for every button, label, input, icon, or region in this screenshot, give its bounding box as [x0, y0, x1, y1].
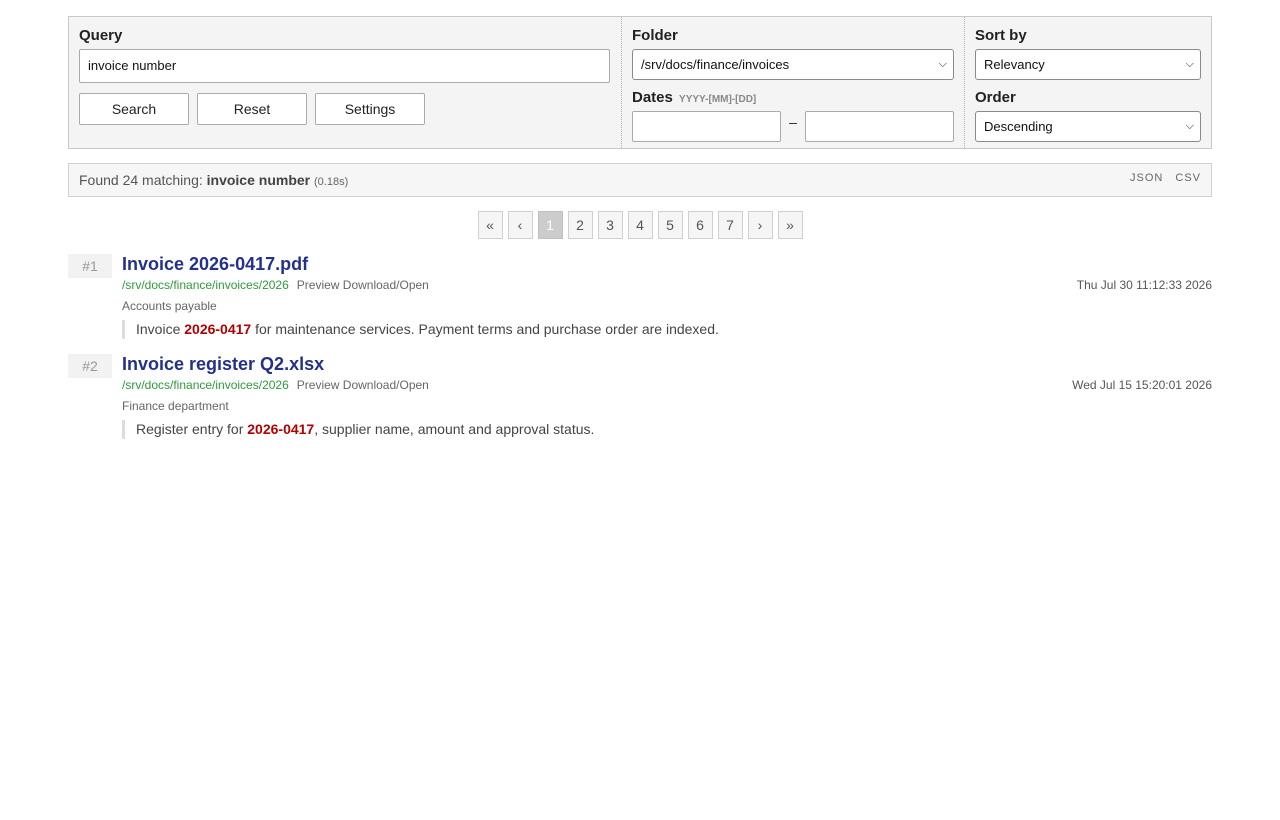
export-csv-link[interactable]: CSV — [1175, 172, 1201, 184]
result-title-link[interactable]: Invoice register Q2.xlsx — [122, 353, 1212, 375]
folder-label: Folder — [632, 27, 678, 44]
date-range: – — [632, 111, 954, 142]
sort-select-value: Relevancy — [984, 57, 1045, 72]
result-actions-links[interactable]: Preview Download/Open — [297, 278, 429, 292]
result-category: Finance department — [122, 399, 229, 413]
page-6-button[interactable]: 6 — [687, 211, 713, 239]
page-2-button[interactable]: 2 — [567, 211, 593, 239]
dates-label-row: Dates YYYY-[MM]-[DD] — [632, 89, 954, 107]
result-body: Invoice 2026-0417.pdf /srv/docs/finance/… — [122, 253, 1212, 339]
results-count: Found 24 matching: invoice number (0.18s… — [79, 172, 348, 188]
results-summary-bar: Found 24 matching: invoice number (0.18s… — [68, 163, 1212, 197]
date-to-input[interactable] — [805, 111, 954, 142]
snippet-text: , supplier name, amount and approval sta… — [314, 421, 595, 437]
result-date: Thu Jul 30 11:12:33 2026 — [1076, 278, 1212, 292]
last-page-button[interactable]: » — [777, 211, 803, 239]
form-buttons: Search Reset Settings — [79, 93, 611, 125]
results-query: invoice number — [206, 172, 311, 188]
result-item: #2 Invoice register Q2.xlsx /srv/docs/fi… — [68, 353, 1212, 439]
search-page: Query invoice number Search Reset Settin… — [68, 16, 1212, 453]
result-snippet: Register entry for 2026-0417, supplier n… — [122, 420, 1212, 439]
order-select[interactable]: Descending ⌵ — [975, 111, 1201, 142]
query-column: Query invoice number Search Reset Settin… — [69, 17, 621, 148]
page-7-button[interactable]: 7 — [717, 211, 743, 239]
results-count-prefix: Found 24 matching: — [79, 172, 207, 188]
folder-select[interactable]: /srv/docs/finance/invoices ⌵ — [632, 49, 954, 80]
result-meta: /srv/docs/finance/invoices/2026 Preview … — [122, 277, 1212, 293]
reset-button[interactable]: Reset — [197, 93, 307, 125]
first-page-button[interactable]: « — [477, 211, 503, 239]
result-rank: #2 — [68, 354, 112, 378]
date-from-input[interactable] — [632, 111, 781, 142]
chevron-down-icon: ⌵ — [938, 58, 947, 70]
chevron-down-icon: ⌵ — [1185, 120, 1194, 132]
search-button[interactable]: Search — [79, 93, 189, 125]
pagination: « ‹ 1 2 3 4 5 6 7 › » — [68, 211, 1212, 239]
settings-button[interactable]: Settings — [315, 93, 425, 125]
snippet-highlight: 2026-0417 — [247, 421, 315, 437]
result-snippet: Invoice 2026-0417 for maintenance servic… — [122, 320, 1212, 339]
snippet-text: for maintenance services. Payment terms … — [251, 321, 719, 337]
result-actions-links[interactable]: Preview Download/Open — [297, 378, 429, 392]
sort-select[interactable]: Relevancy ⌵ — [975, 49, 1201, 80]
search-form: Query invoice number Search Reset Settin… — [68, 16, 1212, 149]
order-label: Order — [975, 89, 1016, 106]
sort-column: Sort by Relevancy ⌵ Order Descending ⌵ — [964, 17, 1211, 148]
snippet-text: Register entry for — [136, 421, 248, 437]
results-list: #1 Invoice 2026-0417.pdf /srv/docs/finan… — [68, 253, 1212, 439]
result-path-link[interactable]: /srv/docs/finance/invoices/2026 — [122, 378, 289, 392]
snippet-text: Invoice — [136, 321, 185, 337]
result-body: Invoice register Q2.xlsx /srv/docs/finan… — [122, 353, 1212, 439]
export-links: JSON CSV — [1130, 172, 1201, 184]
result-meta: /srv/docs/finance/invoices/2026 Preview … — [122, 377, 1212, 393]
page-1-button[interactable]: 1 — [537, 211, 563, 239]
query-input[interactable]: invoice number — [79, 49, 610, 83]
page-3-button[interactable]: 3 — [597, 211, 623, 239]
prev-page-button[interactable]: ‹ — [507, 211, 533, 239]
folder-column: Folder /srv/docs/finance/invoices ⌵ Date… — [621, 17, 964, 148]
dates-label: Dates — [632, 89, 673, 106]
page-4-button[interactable]: 4 — [627, 211, 653, 239]
result-category: Accounts payable — [122, 299, 217, 313]
order-select-value: Descending — [984, 119, 1053, 134]
next-page-button[interactable]: › — [747, 211, 773, 239]
sort-label: Sort by — [975, 27, 1027, 44]
result-title-link[interactable]: Invoice 2026-0417.pdf — [122, 253, 1212, 275]
page-5-button[interactable]: 5 — [657, 211, 683, 239]
date-range-separator: – — [789, 113, 797, 130]
dates-format-hint: YYYY-[MM]-[DD] — [679, 94, 757, 105]
export-json-link[interactable]: JSON — [1130, 172, 1163, 184]
result-path-link[interactable]: /srv/docs/finance/invoices/2026 — [122, 278, 289, 292]
query-label: Query — [79, 27, 123, 44]
results-timing: (0.18s) — [314, 176, 349, 188]
chevron-down-icon: ⌵ — [1185, 58, 1194, 70]
snippet-highlight: 2026-0417 — [184, 321, 252, 337]
result-rank: #1 — [68, 254, 112, 278]
result-item: #1 Invoice 2026-0417.pdf /srv/docs/finan… — [68, 253, 1212, 339]
folder-select-value: /srv/docs/finance/invoices — [641, 57, 790, 72]
result-date: Wed Jul 15 15:20:01 2026 — [1072, 378, 1212, 392]
